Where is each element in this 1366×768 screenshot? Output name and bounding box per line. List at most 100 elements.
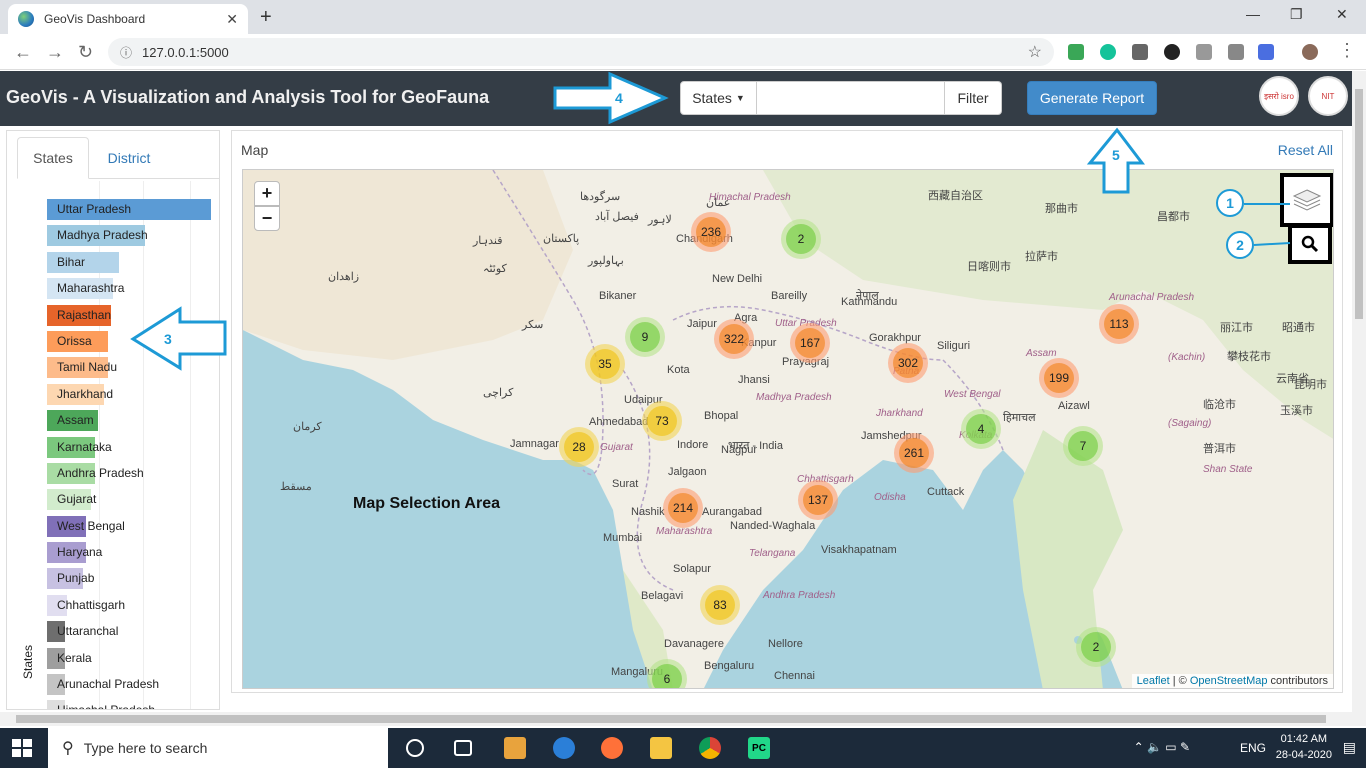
file-explorer-icon[interactable]: [650, 737, 672, 759]
firefox-icon[interactable]: [601, 737, 623, 759]
state-bar-row[interactable]: West Bengal: [47, 515, 217, 542]
state-bar-row[interactable]: Bihar: [47, 251, 217, 278]
extension-icon[interactable]: [1196, 44, 1212, 60]
close-window-button[interactable]: ✕: [1336, 6, 1348, 23]
chrome-icon[interactable]: [699, 737, 721, 759]
marker-cluster[interactable]: 7: [1063, 426, 1103, 466]
marker-cluster[interactable]: 302: [888, 343, 928, 383]
map-place-label: 临沧市: [1203, 399, 1236, 411]
marker-cluster[interactable]: 83: [700, 585, 740, 625]
store-icon[interactable]: [504, 737, 526, 759]
extension-icon[interactable]: [1164, 44, 1180, 60]
state-bar-row[interactable]: Karnataka: [47, 436, 217, 463]
edge-icon[interactable]: [553, 737, 575, 759]
marker-cluster[interactable]: 322: [714, 319, 754, 359]
marker-cluster[interactable]: 4: [961, 409, 1001, 449]
state-bar-row[interactable]: Haryana: [47, 542, 217, 568]
pycharm-icon[interactable]: PC: [748, 737, 770, 759]
reset-all-link[interactable]: Reset All: [1278, 142, 1333, 158]
map-place-label: زاهدان: [328, 271, 360, 283]
marker-cluster[interactable]: 113: [1099, 304, 1139, 344]
leaflet-map[interactable]: + − ChandigarhNew DelhiBareillyKathmandu…: [242, 169, 1334, 689]
language-indicator[interactable]: ENG: [1240, 741, 1266, 755]
state-bar-row[interactable]: Orissa: [47, 330, 217, 357]
forward-icon[interactable]: →: [46, 42, 64, 63]
cortana-icon[interactable]: [406, 739, 424, 757]
state-bar-row[interactable]: Madhya Pradesh: [47, 225, 217, 251]
marker-cluster[interactable]: 199: [1039, 358, 1079, 398]
bookmark-star-icon[interactable]: ☆: [1028, 42, 1042, 62]
state-bar-row[interactable]: Uttar Pradesh: [47, 199, 217, 225]
profile-avatar[interactable]: [1302, 44, 1318, 60]
leaflet-link[interactable]: Leaflet: [1137, 675, 1170, 687]
marker-cluster[interactable]: 167: [790, 323, 830, 363]
windows-start-icon[interactable]: [12, 739, 32, 757]
new-tab-button[interactable]: +: [260, 6, 272, 29]
filter-input[interactable]: [757, 81, 945, 115]
notifications-icon[interactable]: ▤: [1343, 739, 1356, 756]
state-bar-row[interactable]: Uttaranchal: [47, 621, 217, 647]
map-place-label: Bikaner: [599, 290, 637, 302]
marker-cluster[interactable]: 236: [691, 212, 731, 252]
marker-cluster[interactable]: 73: [642, 401, 682, 441]
states-dropdown[interactable]: States ▼: [680, 81, 757, 115]
state-bar-row[interactable]: Andhra Pradesh: [47, 462, 217, 489]
state-bar-row[interactable]: Himachal Pradesh: [47, 700, 217, 709]
marker-cluster[interactable]: 261: [894, 433, 934, 473]
marker-cluster[interactable]: 137: [798, 480, 838, 520]
vertical-scrollbar[interactable]: [1352, 71, 1366, 726]
tab-states[interactable]: States: [17, 137, 89, 179]
scroll-thumb[interactable]: [16, 715, 1326, 723]
layers-control[interactable]: [1280, 173, 1333, 227]
browser-tab[interactable]: GeoVis Dashboard ✕: [8, 4, 248, 34]
state-bar-row[interactable]: Tamil Nadu: [47, 357, 217, 383]
tab-close-icon[interactable]: ✕: [226, 11, 238, 28]
marker-cluster[interactable]: 9: [625, 317, 665, 357]
clock[interactable]: 01:42 AM 28-04-2020: [1276, 731, 1332, 763]
menu-icon[interactable]: ⋮: [1338, 40, 1356, 61]
back-icon[interactable]: ←: [14, 42, 32, 63]
map-place-label: سرگودھا: [580, 191, 621, 203]
state-bar-row[interactable]: Maharashtra: [47, 278, 217, 304]
marker-cluster[interactable]: 214: [663, 488, 703, 528]
tray-icons[interactable]: ⌃ 🔈 ▭ ✎: [1134, 740, 1190, 754]
task-view-icon[interactable]: [454, 740, 472, 756]
taskbar-search[interactable]: ⚲ Type here to search: [48, 728, 388, 768]
state-bar-row[interactable]: Gujarat: [47, 489, 217, 515]
state-bar-label: Andhra Pradesh: [57, 465, 144, 480]
tab-district[interactable]: District: [89, 137, 169, 179]
state-bar-row[interactable]: Jharkhand: [47, 383, 217, 410]
marker-cluster[interactable]: 2: [1076, 627, 1116, 667]
filter-button[interactable]: Filter: [945, 81, 1002, 115]
minimize-button[interactable]: —: [1246, 6, 1260, 22]
generate-report-button[interactable]: Generate Report: [1027, 81, 1157, 115]
extension-icon[interactable]: [1132, 44, 1148, 60]
state-bar-row[interactable]: Rajasthan: [47, 304, 217, 331]
state-bar-row[interactable]: Punjab: [47, 568, 217, 594]
state-bar-row[interactable]: Assam: [47, 410, 217, 436]
state-bar-row[interactable]: Chhattisgarh: [47, 594, 217, 621]
horizontal-scrollbar[interactable]: [0, 712, 1352, 726]
osm-link[interactable]: OpenStreetMap: [1190, 675, 1268, 687]
grammarly-icon[interactable]: [1100, 44, 1116, 60]
map-place-label: Andhra Pradesh: [763, 590, 836, 601]
marker-cluster[interactable]: 35: [585, 344, 625, 384]
scroll-thumb[interactable]: [1355, 89, 1363, 319]
state-bar-row[interactable]: Arunachal Pradesh: [47, 674, 217, 700]
states-bar-chart: Uttar Pradesh Madhya Pradesh Bihar Maharash…: [47, 199, 217, 709]
address-bar[interactable]: ⓘ 127.0.0.1:5000 ☆: [108, 38, 1054, 66]
map-place-label: Cuttack: [927, 486, 965, 498]
reload-icon[interactable]: ↻: [78, 42, 93, 63]
zoom-out-button[interactable]: −: [254, 206, 280, 231]
zoom-in-button[interactable]: +: [254, 181, 280, 206]
maximize-button[interactable]: ❐: [1290, 6, 1303, 23]
marker-cluster[interactable]: 2: [781, 219, 821, 259]
extension-icon[interactable]: [1258, 44, 1274, 60]
state-bar-row[interactable]: Kerala: [47, 647, 217, 674]
map-place-label: Aizawl: [1058, 400, 1090, 412]
map-place-label: 昌都市: [1157, 211, 1190, 223]
extension-icon[interactable]: [1228, 44, 1244, 60]
marker-cluster[interactable]: 28: [559, 427, 599, 467]
extension-icon[interactable]: [1068, 44, 1084, 60]
search-control[interactable]: [1288, 224, 1332, 264]
